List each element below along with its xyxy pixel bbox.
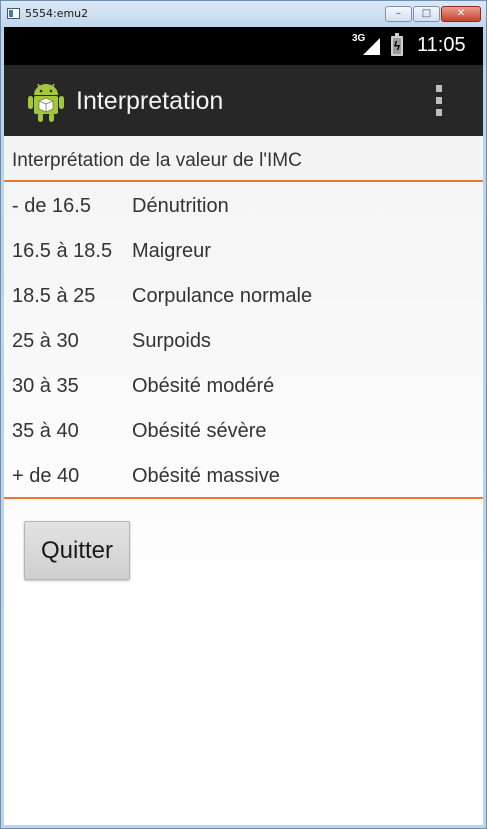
android-app-icon [28,83,64,122]
maximize-button[interactable]: □ [413,6,440,22]
bmi-range: 25 à 30 [12,330,79,352]
bmi-interpretation: Obésité massive [132,465,280,487]
emulator-window: 5554:emu2 – □ ✕ 3G ϟ 11:05 Interpretatio… [0,0,487,829]
bmi-table: - de 16.5 Dénutrition 16.5 à 18.5 Maigre… [12,195,472,510]
table-row: - de 16.5 Dénutrition [12,195,472,240]
table-row: 35 à 40 Obésité sévère [12,420,472,465]
minimize-button[interactable]: – [385,6,412,22]
bmi-range: 35 à 40 [12,420,79,442]
close-button[interactable]: ✕ [441,6,481,22]
status-bar: 3G ϟ 11:05 [4,27,483,65]
table-row: 16.5 à 18.5 Maigreur [12,240,472,285]
window-title: 5554:emu2 [25,7,89,20]
quit-button[interactable]: Quitter [24,521,130,580]
status-time: 11:05 [417,34,466,56]
charging-bolt-icon: ϟ [393,39,401,53]
bmi-interpretation: Maigreur [132,240,211,262]
bmi-range: 16.5 à 18.5 [12,240,113,262]
window-titlebar[interactable]: 5554:emu2 – □ ✕ [1,1,486,27]
table-row: 18.5 à 25 Corpulance normale [12,285,472,330]
window-app-icon [7,8,20,19]
bmi-interpretation: Surpoids [132,330,211,352]
bmi-range: 18.5 à 25 [12,285,96,307]
divider-top [4,180,483,182]
action-bar-title: Interpretation [76,87,224,115]
bmi-range: - de 16.5 [12,195,91,217]
bmi-interpretation: Dénutrition [132,195,229,217]
signal-icon [363,38,380,55]
battery-charging-icon: ϟ [391,33,403,56]
bmi-interpretation: Obésité modéré [132,375,275,397]
overflow-menu-icon[interactable] [434,85,444,119]
table-row: + de 40 Obésité massive [12,465,472,510]
divider-bottom [4,497,483,499]
bmi-interpretation: Corpulance normale [132,285,313,307]
bmi-interpretation: Obésité sévère [132,420,267,442]
bmi-range: 30 à 35 [12,375,79,397]
bmi-range: + de 40 [12,465,80,487]
android-screen: 3G ϟ 11:05 Interpretation Interprétation… [4,27,483,825]
table-row: 25 à 30 Surpoids [12,330,472,375]
action-bar: Interpretation [4,65,483,136]
table-row: 30 à 35 Obésité modéré [12,375,472,420]
section-title: Interprétation de la valeur de l'IMC [12,150,302,171]
